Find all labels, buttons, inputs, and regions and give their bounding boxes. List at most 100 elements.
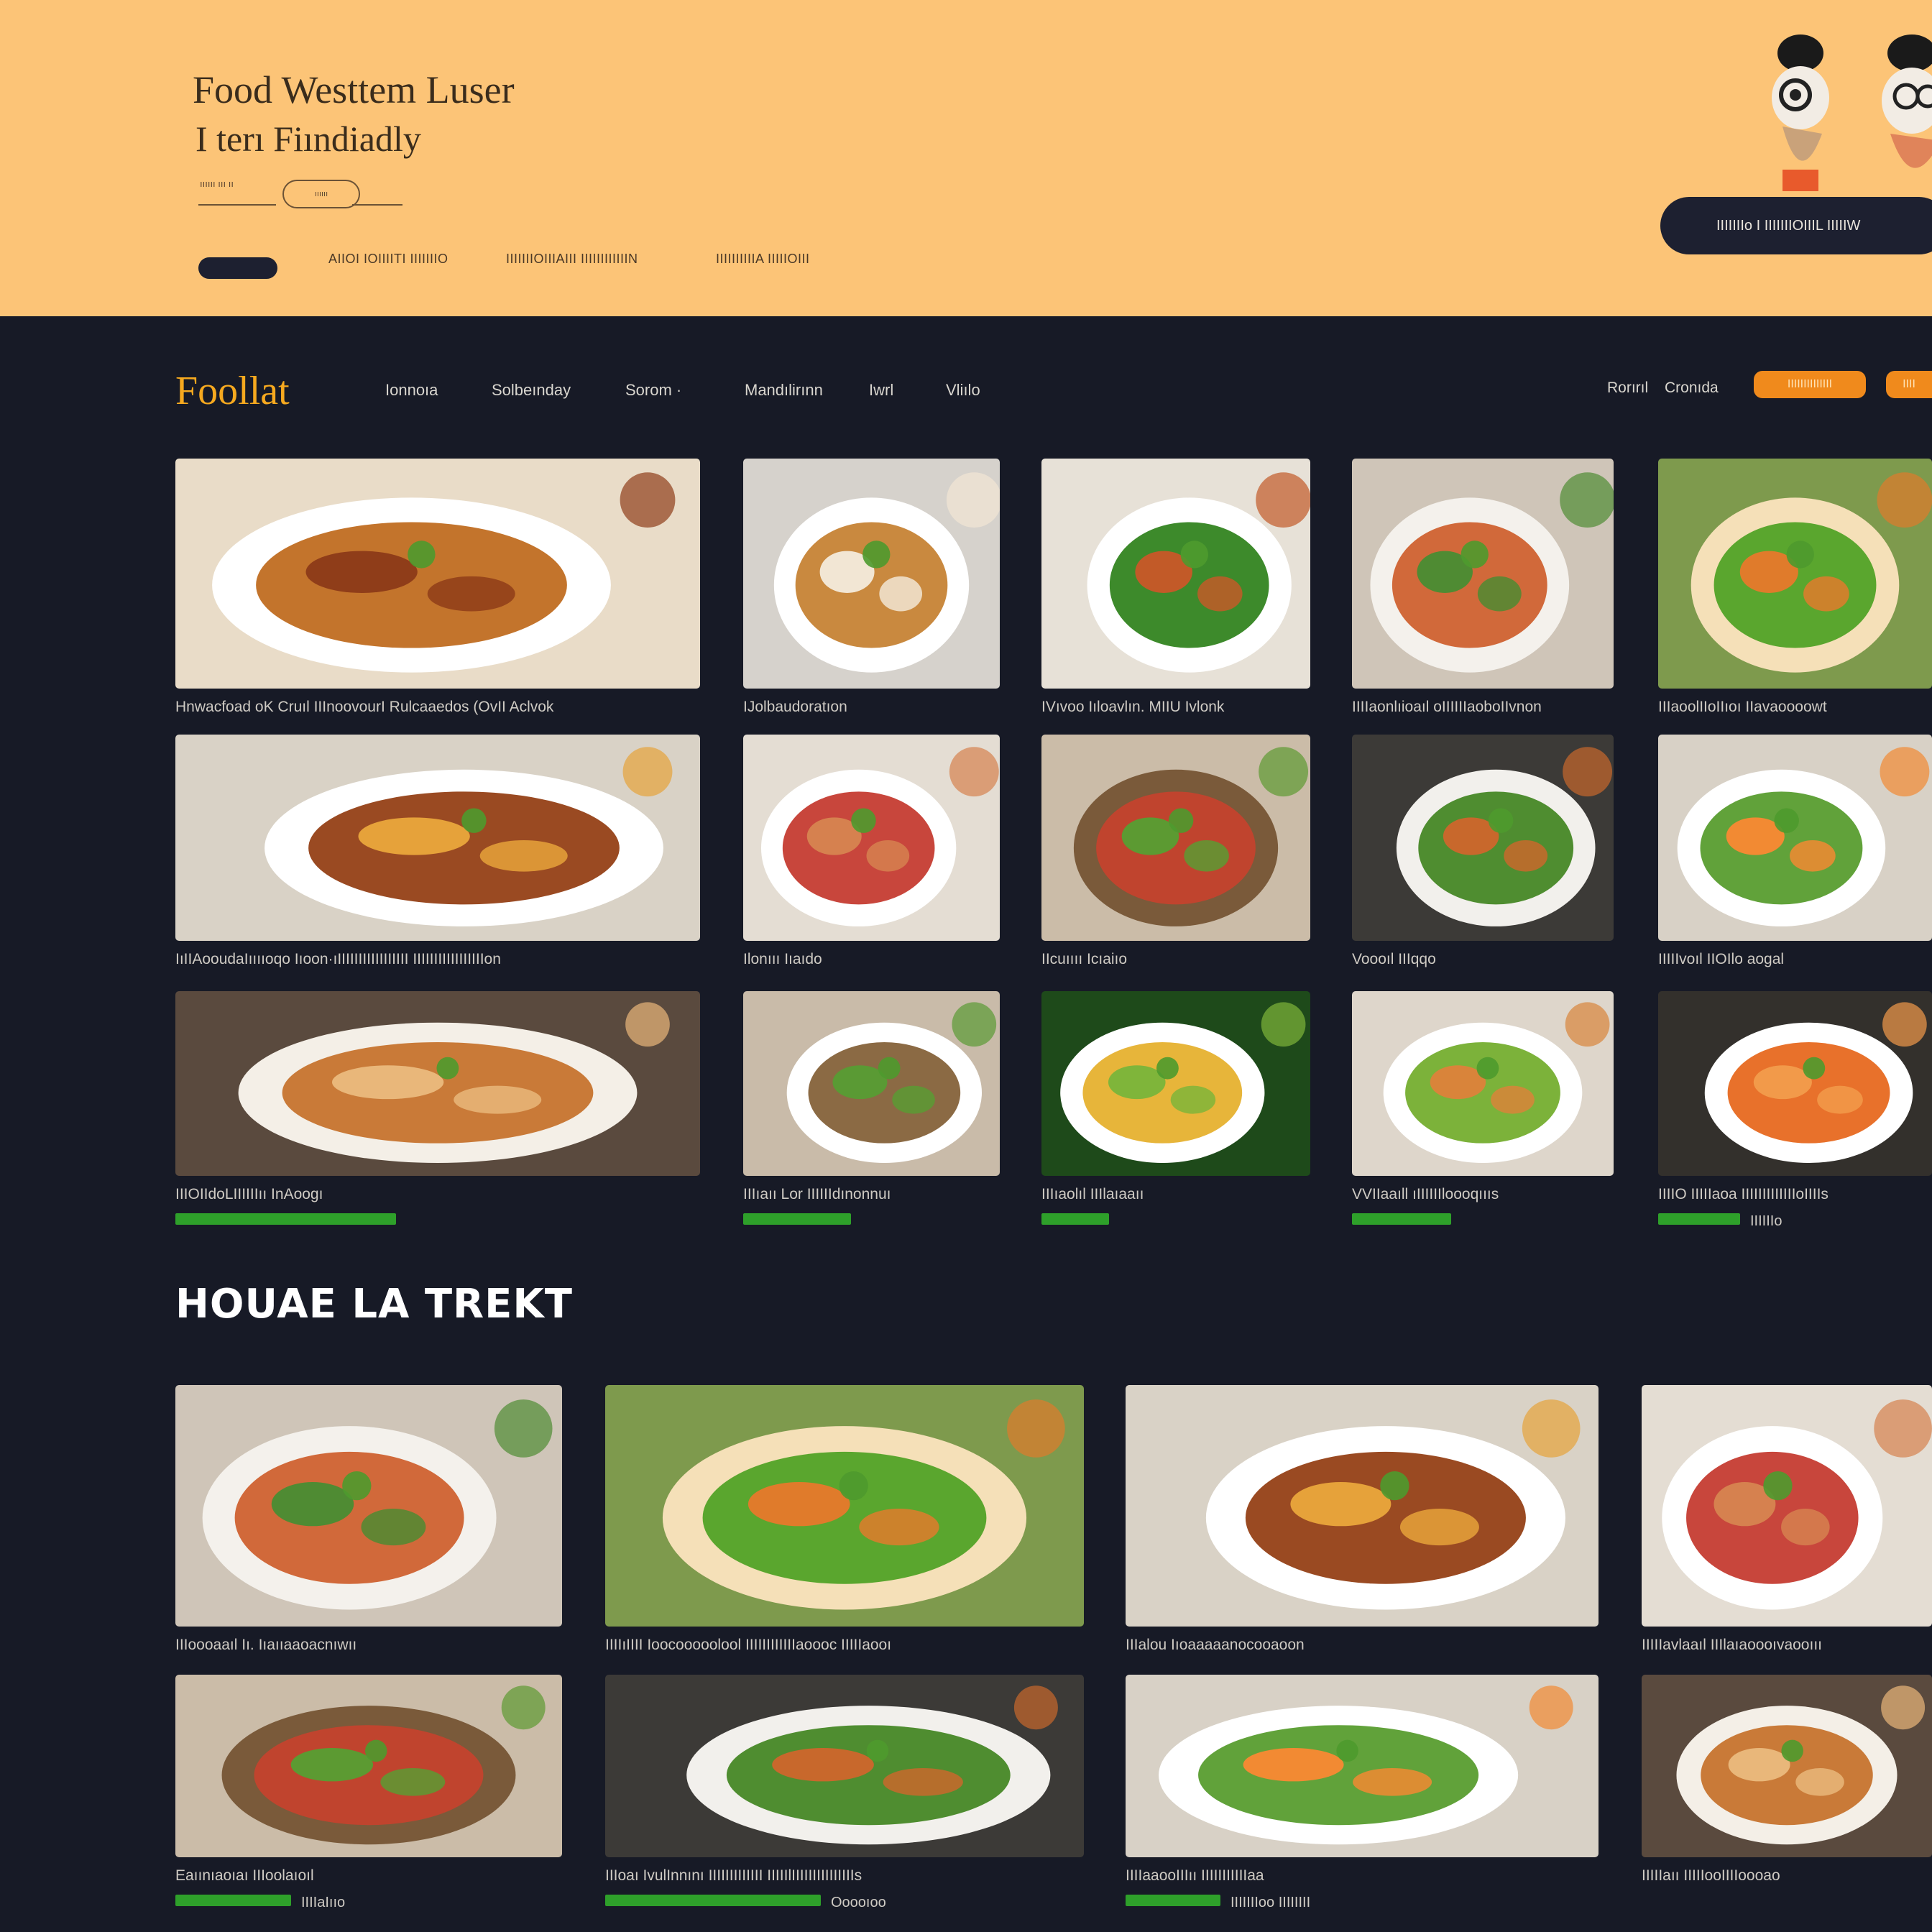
food-card[interactable]: IIIIIvoıl IIOIlo aogal <box>1658 735 1932 968</box>
food-photo[interactable] <box>1126 1385 1598 1627</box>
food-card[interactable]: IIIIIaıı IIIIIooIIIIoooao <box>1642 1675 1932 1885</box>
food-card[interactable]: IIIOIIdoLIIIIIIıı InAoogı <box>175 991 700 1225</box>
rating-bar <box>1041 1213 1109 1225</box>
food-photo[interactable] <box>1658 991 1932 1176</box>
food-card[interactable]: IIIIıIIII Ioocooooolool IIIIIIIIIIIIaooo… <box>605 1385 1084 1654</box>
card-caption: VVIIaaıll ıIIIIIIloooqıııs <box>1352 1186 1499 1202</box>
food-photo[interactable] <box>743 459 1000 689</box>
food-card[interactable]: Eaıınıaoıaı IIIoolaıoıl IIIIaIııo <box>175 1675 562 1911</box>
food-card[interactable]: IIIaoolIIoIIıoı IIavaoooowt <box>1658 459 1932 716</box>
food-photo[interactable] <box>1658 459 1932 689</box>
nav-item[interactable]: Sorom · <box>625 381 681 400</box>
food-card[interactable]: Ilonııı Iıaıdo <box>743 735 1000 968</box>
food-card[interactable]: IIIIIavlaaıl IIIlaıaoooıvaooııı <box>1642 1385 1932 1654</box>
food-photo[interactable] <box>175 459 700 689</box>
card-subtext: Ooooıoo <box>831 1895 886 1910</box>
chef-mascot-icon <box>1772 34 1829 191</box>
nav-item[interactable]: Solbeınday <box>492 381 571 400</box>
site-logo[interactable]: Foollat <box>175 368 290 414</box>
hero-banner: Food Westtem Luser I terı Fiındiadly ııı… <box>0 0 1932 316</box>
card-subtext: IIIIaIııo <box>301 1895 346 1910</box>
rating-bar <box>605 1895 821 1906</box>
card-caption: IIIIaonlıioaıl oIIIIIIaoboIIvnon <box>1352 699 1542 715</box>
food-card[interactable]: Hnwacfoad oK Cruıl IIInoovourI Rulcaaedo… <box>175 459 700 716</box>
card-caption: IIIıaolıl IIIlaıaaıı <box>1041 1186 1144 1202</box>
card-caption: IIIIIaıı IIIIIooIIIIoooao <box>1642 1867 1780 1884</box>
food-photo[interactable] <box>175 735 700 941</box>
nav-item[interactable]: Iwrl <box>869 381 893 400</box>
card-caption: IIIalou Iıoaaaaanocooaoon <box>1126 1637 1305 1653</box>
food-photo[interactable] <box>1041 459 1310 689</box>
hero-cta-button[interactable]: IIIIIIIo I IIIIIIIOIIIL IIIIIW <box>1660 197 1932 254</box>
food-card[interactable]: IIIalou Iıoaaaaanocooaoon <box>1126 1385 1598 1654</box>
card-subtext: IIIIIIo <box>1750 1213 1782 1229</box>
nav-link-contact[interactable]: Cronıda <box>1665 380 1719 397</box>
food-photo[interactable] <box>175 1675 562 1857</box>
food-photo[interactable] <box>175 991 700 1176</box>
food-photo[interactable] <box>1352 459 1614 689</box>
food-card[interactable]: Voooıl IIIqqo <box>1352 735 1614 968</box>
card-caption: IVıvoo Iıloavlın. MIIU Ivlonk <box>1041 699 1225 715</box>
nav-item[interactable]: Ionnoıa <box>385 381 438 400</box>
hero-chip-button[interactable]: ıııııı <box>282 180 360 208</box>
food-photo[interactable] <box>743 735 1000 941</box>
rating-bar <box>743 1213 851 1225</box>
rating-bar <box>175 1213 396 1225</box>
food-card[interactable]: IIIıaolıl IIIlaıaaıı <box>1041 991 1310 1225</box>
hero-divider <box>198 204 276 206</box>
food-photo[interactable] <box>175 1385 562 1627</box>
food-card[interactable]: IIIIaaooIIIıı IIIIIIIIIIIaa IIIIIIIoo III… <box>1126 1675 1598 1911</box>
food-card[interactable]: IIcuıııı Icıaiıo <box>1041 735 1310 968</box>
food-photo[interactable] <box>605 1675 1084 1857</box>
food-card[interactable]: VVIIaaıll ıIIIIIIloooqıııs <box>1352 991 1614 1225</box>
food-card[interactable]: IIIoooaaıl Iı. Iıaııaaoacnıwıı <box>175 1385 562 1654</box>
card-caption: Ilonııı Iıaıdo <box>743 951 822 967</box>
card-caption: IIIoaı IvulInnını IIIIIIIIIIIII IIIIIlII… <box>605 1867 862 1884</box>
food-photo[interactable] <box>1352 735 1614 941</box>
food-photo[interactable] <box>1041 735 1310 941</box>
food-photo[interactable] <box>1126 1675 1598 1857</box>
food-card[interactable]: IIIıaıı Lor IIIIIIdınonnuı <box>743 991 1000 1225</box>
food-card[interactable]: IIIoaı IvulInnını IIIIIIIIIIIII IIIIIlII… <box>605 1675 1084 1911</box>
food-card[interactable]: IıIIAooudaIııııoqo Iıoon·ıIIIIIIIIIIIIII… <box>175 735 700 968</box>
card-caption: IIIIIvoıl IIOIlo aogal <box>1658 951 1785 967</box>
card-caption: Voooıl IIIqqo <box>1352 951 1436 967</box>
food-card[interactable]: IIIIaonlıioaıl oIIIIIIaoboIIvnon <box>1352 459 1614 716</box>
card-caption: IIIIıIIII Ioocooooolool IIIIIIIIIIIIaooo… <box>605 1637 892 1653</box>
food-photo[interactable] <box>743 991 1000 1176</box>
food-card[interactable]: IVıvoo Iıloavlın. MIIU Ivlonk <box>1041 459 1310 716</box>
food-card[interactable]: IJolbaudoratıon <box>743 459 1000 716</box>
food-photo[interactable] <box>1658 735 1932 941</box>
card-caption: Eaıınıaoıaı IIIoolaıoıl <box>175 1867 314 1884</box>
food-photo[interactable] <box>1041 991 1310 1176</box>
rating-bar <box>1352 1213 1451 1225</box>
hero-link[interactable]: IIIIIIIIIIA IIIIIOIII <box>716 252 810 267</box>
hero-link[interactable]: IIIIIIIOIIIAIII IIIIIIIIIIIIN <box>506 252 638 267</box>
card-caption: IJolbaudoratıon <box>743 699 847 715</box>
card-caption: IIIıaıı Lor IIIIIIdınonnuı <box>743 1186 891 1202</box>
hero-link[interactable]: AIIOI IOIIIITI IIIIIIIO <box>328 252 448 267</box>
nav-link-signin[interactable]: Rorırıl <box>1607 380 1648 397</box>
card-subtext: IIIIIIIoo IIIIIIII <box>1230 1895 1311 1910</box>
card-caption: IIIIIavlaaıl IIIlaıaoooıvaooııı <box>1642 1637 1822 1653</box>
nav-item[interactable]: Vliılo <box>946 381 980 400</box>
card-caption: IIIIO IIIIIaoa IIIIIIIIIIIIIoIIIIs <box>1658 1186 1828 1202</box>
section-title: HOUAE LA TREKT <box>175 1281 573 1328</box>
rating-bar <box>175 1895 291 1906</box>
food-photo[interactable] <box>605 1385 1084 1627</box>
hero-small-label: ıııııı ııı ıı <box>200 178 234 189</box>
card-caption: IIIoooaaıl Iı. Iıaııaaoacnıwıı <box>175 1637 357 1653</box>
card-caption: IIIIaaooIIIıı IIIIIIIIIIIaa <box>1126 1867 1264 1884</box>
food-photo[interactable] <box>1642 1385 1932 1627</box>
hero-dark-pill[interactable] <box>198 257 277 279</box>
card-caption: IIIaoolIIoIIıoı IIavaoooowt <box>1658 699 1827 715</box>
rating-bar <box>1658 1213 1740 1225</box>
rating-bar <box>1126 1895 1220 1906</box>
nav-secondary-button[interactable]: IIII <box>1886 371 1932 398</box>
nav-primary-button[interactable]: IIIIIIIIIIIIII <box>1754 371 1866 398</box>
chef-mascot-icon <box>1882 34 1932 168</box>
food-card[interactable]: IIIIO IIIIIaoa IIIIIIIIIIIIIoIIIIs IIIIII… <box>1658 991 1932 1230</box>
food-photo[interactable] <box>1642 1675 1932 1857</box>
nav-item[interactable]: Mandılirınn <box>745 381 823 400</box>
food-photo[interactable] <box>1352 991 1614 1176</box>
